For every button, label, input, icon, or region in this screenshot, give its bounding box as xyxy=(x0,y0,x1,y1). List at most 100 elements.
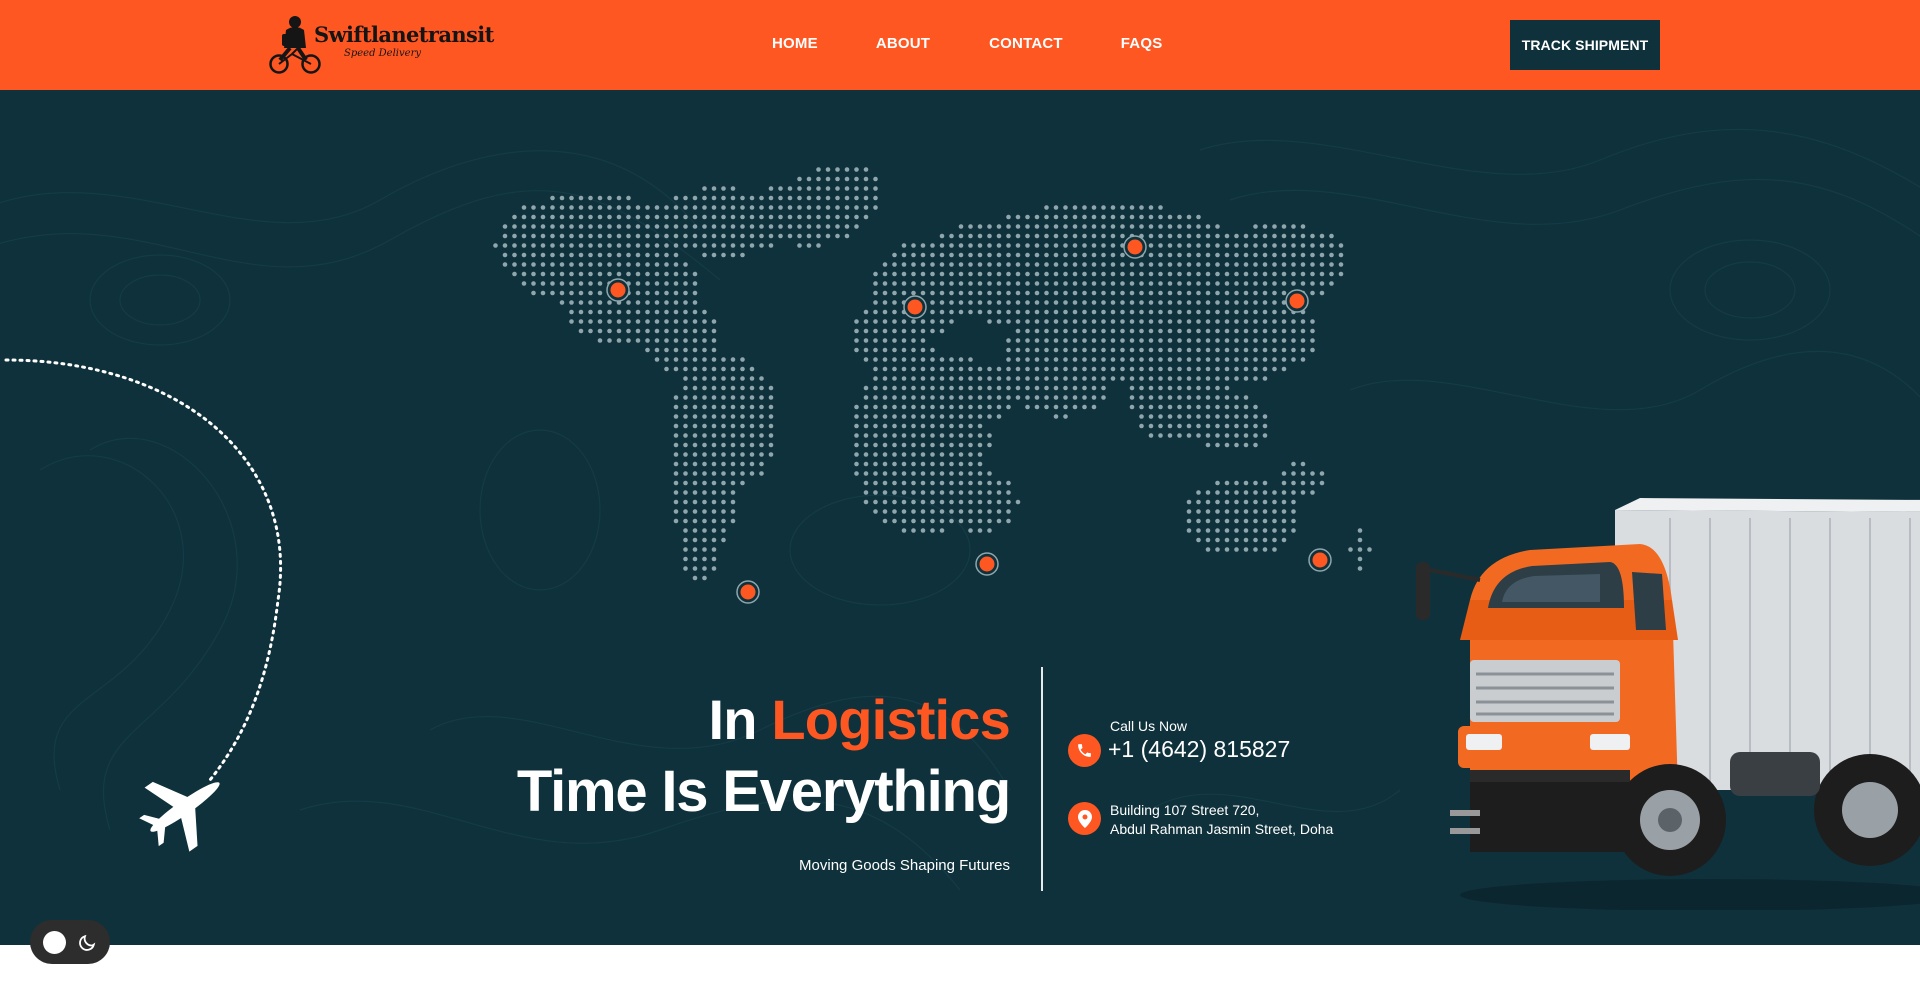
location-pin[interactable] xyxy=(1127,239,1143,255)
map-dot xyxy=(654,357,660,362)
map-dot xyxy=(683,233,688,239)
map-dot xyxy=(550,224,555,229)
map-dot xyxy=(806,186,812,191)
map-dot xyxy=(702,347,707,353)
map-dot xyxy=(1224,490,1230,495)
map-dot xyxy=(768,395,774,400)
map-dot xyxy=(1158,243,1163,248)
brand-logo[interactable]: Swiftlanetransit Speed Delivery xyxy=(268,12,494,78)
hero-section: In Logistics Time Is Everything Moving G… xyxy=(0,90,1920,945)
map-dot xyxy=(1205,423,1211,429)
map-dot xyxy=(1348,547,1353,552)
map-dot xyxy=(901,395,907,400)
map-dot xyxy=(996,395,1002,400)
map-dot xyxy=(816,233,821,239)
map-dot xyxy=(987,233,992,239)
map-dot xyxy=(664,262,669,267)
map-dot xyxy=(1082,319,1087,324)
map-dot xyxy=(1243,271,1249,277)
map-dot xyxy=(502,224,508,229)
map-dot xyxy=(1167,376,1173,381)
map-dot xyxy=(1196,224,1201,229)
map-dot xyxy=(1091,224,1097,229)
map-dot xyxy=(1006,499,1011,505)
map-dot xyxy=(1281,224,1287,229)
map-dot xyxy=(711,357,717,362)
map-dot xyxy=(673,452,679,457)
map-dot xyxy=(1053,357,1059,362)
map-dot xyxy=(749,471,755,476)
map-dot xyxy=(607,233,612,239)
map-dot xyxy=(1281,537,1287,543)
map-dot xyxy=(892,309,897,315)
theme-toggle[interactable] xyxy=(30,920,110,964)
map-dot xyxy=(1006,214,1011,220)
map-dot xyxy=(683,537,688,543)
nav-faqs[interactable]: FAQS xyxy=(1121,35,1163,52)
location-pin[interactable] xyxy=(1312,552,1328,568)
map-dot xyxy=(1205,404,1211,410)
map-dot xyxy=(1063,252,1068,258)
map-dot xyxy=(1129,357,1135,362)
map-dot xyxy=(911,385,916,391)
map-dot xyxy=(806,224,812,229)
map-dot xyxy=(1044,347,1049,353)
phone-number[interactable]: +1 (4642) 815827 xyxy=(1108,736,1290,763)
map-dot xyxy=(569,281,574,286)
map-dot xyxy=(787,224,793,229)
map-dot xyxy=(1101,224,1106,229)
map-dot xyxy=(1291,243,1296,248)
map-dot xyxy=(797,243,802,248)
delivery-truck-image xyxy=(1416,498,1920,910)
map-dot xyxy=(512,214,517,220)
map-dot xyxy=(911,461,916,467)
map-dot xyxy=(958,376,964,381)
map-dot xyxy=(626,300,631,305)
map-dot xyxy=(1101,357,1106,362)
map-dot xyxy=(626,205,631,210)
map-dots xyxy=(493,167,1372,581)
map-dot xyxy=(1281,309,1287,315)
location-pin[interactable] xyxy=(907,299,923,315)
map-dot xyxy=(1243,480,1249,486)
nav-about[interactable]: ABOUT xyxy=(876,35,930,52)
track-shipment-button[interactable]: TRACK SHIPMENT xyxy=(1510,20,1660,70)
map-dot xyxy=(645,252,650,258)
map-dot xyxy=(1015,262,1021,267)
map-dot xyxy=(1167,243,1173,248)
map-dot xyxy=(835,186,840,191)
map-dot xyxy=(920,433,926,438)
map-dot xyxy=(901,357,907,362)
map-dot xyxy=(1215,338,1220,343)
map-dot xyxy=(607,195,612,201)
map-dot xyxy=(863,490,869,495)
location-pin[interactable] xyxy=(740,584,756,600)
map-dot xyxy=(616,233,622,239)
map-dot xyxy=(759,376,764,381)
nav-contact[interactable]: CONTACT xyxy=(989,35,1063,52)
map-dot xyxy=(1158,423,1163,429)
map-dot xyxy=(1186,499,1192,505)
map-dot xyxy=(1110,281,1116,286)
map-dot xyxy=(949,376,954,381)
map-dot xyxy=(1063,366,1068,372)
map-dot xyxy=(626,233,631,239)
map-dot xyxy=(1243,376,1249,381)
map-dot xyxy=(749,366,755,372)
map-dot xyxy=(749,243,755,248)
map-dot xyxy=(531,243,536,248)
location-pin[interactable] xyxy=(1289,293,1305,309)
map-dot xyxy=(702,205,707,210)
map-dot xyxy=(749,376,755,381)
map-dot xyxy=(987,271,992,277)
location-pin[interactable] xyxy=(979,556,995,572)
location-pin[interactable] xyxy=(610,282,626,298)
map-dot xyxy=(930,281,935,286)
nav-home[interactable]: HOME xyxy=(772,35,818,52)
map-dot xyxy=(778,195,783,201)
map-dot xyxy=(968,300,973,305)
map-dot xyxy=(873,205,878,210)
map-dot xyxy=(1053,404,1059,410)
map-dot xyxy=(1253,281,1258,286)
map-dot xyxy=(1120,357,1125,362)
